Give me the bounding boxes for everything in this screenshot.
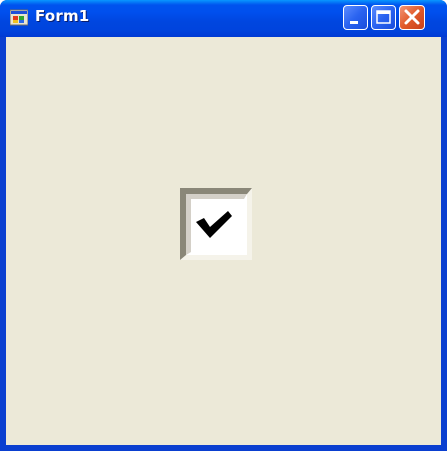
maximize-icon — [376, 10, 391, 24]
minimize-button[interactable] — [343, 5, 368, 30]
window-title: Form1 — [35, 7, 90, 25]
minimize-icon — [350, 21, 358, 24]
title-bar[interactable]: Form1 — [0, 0, 447, 37]
maximize-button[interactable] — [371, 5, 396, 30]
close-icon — [404, 9, 420, 25]
window-frame-bottom — [0, 445, 447, 451]
app-icon[interactable] — [9, 8, 29, 26]
form-window: Form1 — [0, 0, 447, 451]
checkmark-icon — [196, 211, 232, 238]
checkbox[interactable] — [180, 188, 252, 260]
close-button[interactable] — [399, 5, 425, 30]
